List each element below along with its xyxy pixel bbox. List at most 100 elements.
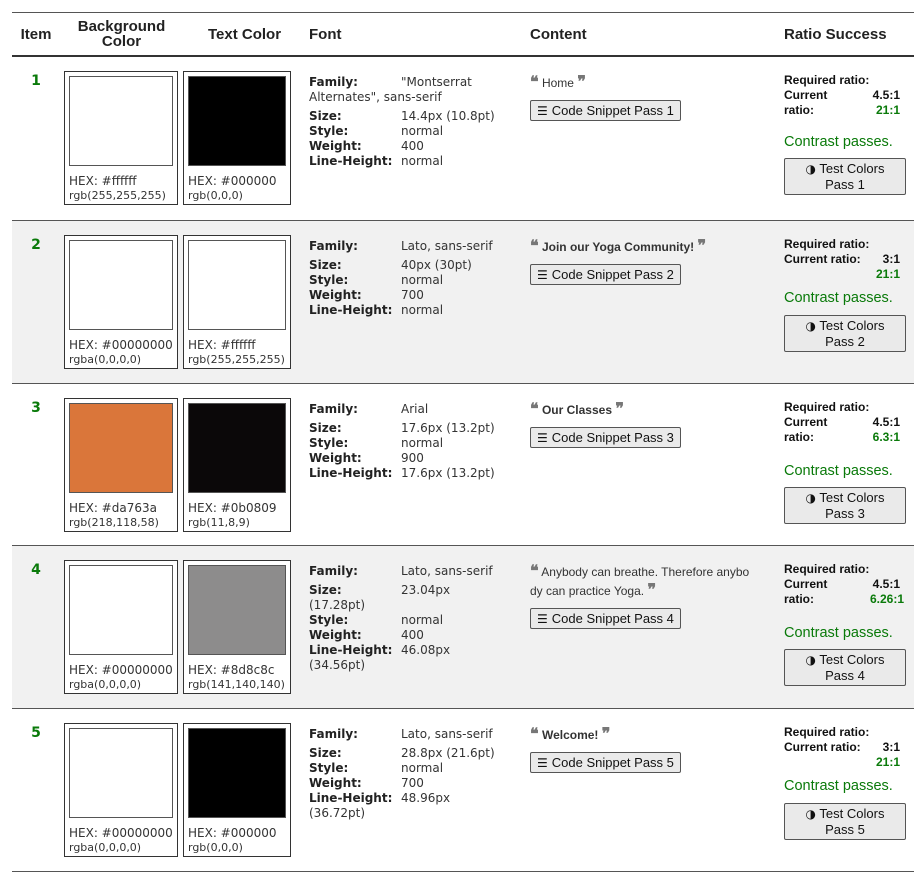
family-value: Lato, sans-serif xyxy=(401,726,493,741)
code-snippet-label: Code Snippet Pass 4 xyxy=(551,610,674,626)
results-table-wrapper: Item Background Color Text Color Font Co… xyxy=(12,12,914,872)
contrast-icon: ◑ xyxy=(805,490,817,505)
line-height-value: normal xyxy=(401,302,444,317)
line-height-value: 46.08px xyxy=(401,642,451,657)
size-label: Size: xyxy=(309,257,342,272)
code-snippet-button[interactable]: ☰ Code Snippet Pass 2 xyxy=(530,263,681,285)
test-colors-pass: Pass 1 xyxy=(825,177,865,192)
table-header-row: Item Background Color Text Color Font Co… xyxy=(12,12,914,56)
table-row: 2 HEX: #00000000 rgba(0,0,0,0) HEX: #fff… xyxy=(12,220,914,383)
size-label: Size: xyxy=(309,420,342,435)
style-label: Style: xyxy=(309,124,349,138)
line-height-value: normal xyxy=(401,154,444,168)
text-color-rgb: rgb(0,0,0) xyxy=(188,189,243,202)
font-cell: Family: Lato, sans-serif Size: 23.04px (17… xyxy=(302,545,530,708)
required-ratio-label: Required ratio: xyxy=(784,399,870,414)
text-color-rgb: rgb(0,0,0) xyxy=(188,840,243,854)
line-height-label: Line-Height: xyxy=(309,302,393,317)
text-color-rgb: rgb(255,255,255) xyxy=(188,352,285,366)
background-color-cell: HEX: #00000000 rgba(0,0,0,0) xyxy=(60,545,183,708)
quote-close-icon: ❞ xyxy=(615,398,624,418)
line-height-label: Line-Height: xyxy=(309,642,393,657)
background-swatch xyxy=(69,564,173,655)
text-color-hex: HEX: #000000 xyxy=(188,825,277,840)
item-number: 3 xyxy=(31,399,41,416)
required-ratio-value: 3:1 xyxy=(882,251,900,266)
table-row: 1 HEX: #ffffff rgb(255,255,255) HEX: #00… xyxy=(12,56,914,220)
text-color-swatch xyxy=(188,76,286,166)
text-color-cell: HEX: #8d8c8c rgb(141,140,140) xyxy=(183,545,302,708)
size-value: 14.4px (10.8pt) xyxy=(401,109,495,123)
test-colors-button[interactable]: ◑ Test Colors Pass 2 xyxy=(784,314,906,352)
quote-close-icon: ❞ xyxy=(601,723,611,743)
ratio-details: Required ratio: Current 4.5:1 ratio: 6.26:… xyxy=(784,562,914,607)
header-background-color-label: Background Color xyxy=(77,17,166,50)
weight-value: 400 xyxy=(401,627,424,642)
content-cell: ❝ Anybody can breathe. Therefore anybo dy… xyxy=(530,545,780,708)
ratio-cell: Required ratio: Current ratio: 3:1 21:1 C… xyxy=(780,220,914,383)
current-ratio-value: 6.3:1 xyxy=(872,429,900,444)
background-swatch-box: HEX: #00000000 rgba(0,0,0,0) xyxy=(64,722,178,857)
content-sample: ❝ Our Classes ❞ xyxy=(530,398,780,419)
table-row: 4 HEX: #00000000 rgba(0,0,0,0) HEX: #8d8… xyxy=(12,545,914,708)
weight-value: 400 xyxy=(401,139,424,153)
code-snippet-button[interactable]: ☰ Code Snippet Pass 4 xyxy=(530,607,681,629)
background-color-cell: HEX: #ffffff rgb(255,255,255) xyxy=(60,56,183,220)
test-colors-label: Test Colors xyxy=(819,651,885,667)
text-color-swatch-box: HEX: #8d8c8c rgb(141,140,140) xyxy=(183,559,291,694)
ratio-label: ratio: xyxy=(784,103,814,117)
style-value: normal xyxy=(401,124,444,138)
family-value: Lato, sans-serif xyxy=(401,238,493,253)
family-value: Lato, sans-serif xyxy=(401,563,493,578)
test-colors-button[interactable]: ◑ Test Colors Pass 5 xyxy=(784,802,906,840)
required-ratio-label: Required ratio: xyxy=(784,724,870,739)
background-color-cell: HEX: #00000000 rgba(0,0,0,0) xyxy=(60,220,183,383)
ratio-label: ratio: xyxy=(784,591,814,606)
content-sample: ❝ Join our Yoga Community! ❞ xyxy=(530,236,780,256)
test-colors-button[interactable]: ◑ Test Colors Pass 1 xyxy=(784,158,906,195)
lines-icon: ☰ xyxy=(537,104,548,118)
current-label: Current xyxy=(784,576,828,591)
size-label: Size: xyxy=(309,582,342,597)
quote-open-icon: ❝ xyxy=(530,398,539,418)
code-snippet-label: Code Snippet Pass 1 xyxy=(551,103,674,118)
code-snippet-label: Code Snippet Pass 2 xyxy=(551,266,674,282)
style-value: normal xyxy=(401,435,444,450)
test-colors-button[interactable]: ◑ Test Colors Pass 3 xyxy=(784,486,906,524)
text-color-hex: HEX: #ffffff xyxy=(188,337,256,352)
quote-open-icon: ❝ xyxy=(530,72,539,91)
code-snippet-button[interactable]: ☰ Code Snippet Pass 1 xyxy=(530,100,681,121)
background-rgb: rgb(218,118,58) xyxy=(69,515,159,529)
code-snippet-button[interactable]: ☰ Code Snippet Pass 5 xyxy=(530,751,681,773)
size-value: 28.8px (21.6pt) xyxy=(401,745,495,760)
background-color-cell: HEX: #da763a rgb(218,118,58) xyxy=(60,383,183,545)
header-ratio-success: Ratio Success xyxy=(784,25,887,43)
code-snippet-button[interactable]: ☰ Code Snippet Pass 3 xyxy=(530,426,681,448)
background-hex: HEX: #ffffff xyxy=(69,174,137,188)
content-cell: ❝ Welcome! ❞ ☰ Code Snippet Pass 5 xyxy=(530,708,780,871)
text-color-swatch-box: HEX: #0b0809 rgb(11,8,9) xyxy=(183,397,291,532)
contrast-status: Contrast passes. xyxy=(784,289,893,306)
content-text: Join our Yoga Community! xyxy=(541,239,695,254)
text-color-hex: HEX: #8d8c8c xyxy=(188,662,275,677)
size-value-continued: (17.28pt) xyxy=(309,597,366,612)
weight-label: Weight: xyxy=(309,450,362,465)
current-ratio-value: 21:1 xyxy=(875,754,900,769)
weight-value: 900 xyxy=(401,450,424,465)
test-colors-button[interactable]: ◑ Test Colors Pass 4 xyxy=(784,648,906,686)
content-cell: ❝ Home ❞ ☰ Code Snippet Pass 1 xyxy=(530,56,780,220)
text-color-swatch xyxy=(188,564,286,655)
size-value: 17.6px (13.2pt) xyxy=(401,420,495,435)
line-height-value: 17.6px (13.2pt) xyxy=(401,465,495,480)
quote-open-icon: ❝ xyxy=(530,723,539,743)
content-text: Our Classes xyxy=(541,402,612,417)
background-swatch-box: HEX: #00000000 rgba(0,0,0,0) xyxy=(64,559,178,694)
ratio-cell: Required ratio: Current 4.5:1 ratio: 21:1 … xyxy=(780,56,914,220)
size-value: 40px (30pt) xyxy=(401,257,472,272)
current-ratio-label: Current ratio: xyxy=(784,251,861,266)
current-ratio-value: 21:1 xyxy=(875,103,900,117)
contrast-icon: ◑ xyxy=(805,652,817,667)
text-color-rgb: rgb(141,140,140) xyxy=(188,677,285,691)
item-number: 1 xyxy=(31,73,41,89)
